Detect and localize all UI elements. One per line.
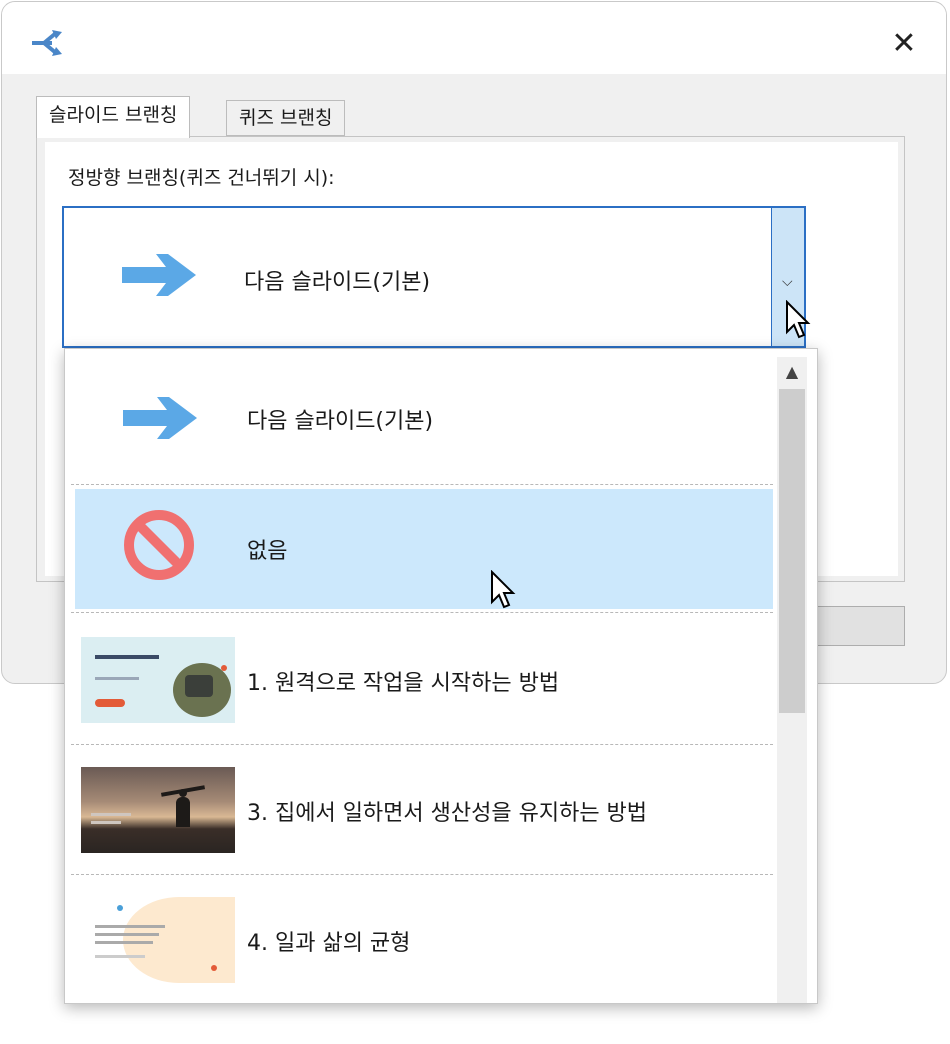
slide-thumb-productivity bbox=[81, 767, 235, 853]
mouse-cursor-icon bbox=[786, 300, 811, 339]
forward-branching-label: 정방향 브랜칭(퀴즈 건너뛰기 시): bbox=[68, 167, 335, 189]
list-item-none[interactable]: 없음 bbox=[71, 485, 773, 613]
list-item-next-slide[interactable]: 다음 슬라이드(기본) bbox=[71, 349, 773, 485]
slide-thumb-work-life-balance bbox=[81, 897, 235, 983]
no-entry-icon bbox=[124, 510, 194, 580]
chevron-down-icon: ⌵ bbox=[782, 274, 793, 290]
close-button[interactable]: ✕ bbox=[884, 24, 924, 64]
list-item-slide-3[interactable]: 3. 집에서 일하면서 생산성을 유지하는 방법 bbox=[71, 745, 773, 875]
branching-icon bbox=[32, 30, 62, 56]
mouse-cursor-icon bbox=[491, 570, 516, 609]
list-item-label: 다음 슬라이드(기본) bbox=[247, 409, 434, 434]
list-item-slide-1[interactable]: 1. 원격으로 작업을 시작하는 방법 bbox=[71, 613, 773, 745]
scroll-up-arrow-icon[interactable]: ▲ bbox=[777, 357, 807, 387]
combobox-value: 다음 슬라이드(기본) bbox=[244, 270, 431, 295]
list-item-slide-4[interactable]: 4. 일과 삶의 균형 bbox=[71, 875, 773, 1003]
scrollbar-thumb[interactable] bbox=[779, 389, 805, 713]
tab-slide-branching[interactable]: 슬라이드 브랜칭 bbox=[36, 96, 191, 138]
dropdown-list: 다음 슬라이드(기본) 없음 1. 원격으로 작업을 시작하는 방법 3. 집에… bbox=[64, 348, 818, 1004]
list-item-label: 없음 bbox=[247, 539, 288, 564]
tab-quiz-branching[interactable]: 퀴즈 브랜칭 bbox=[226, 100, 346, 136]
arrow-right-icon bbox=[122, 254, 196, 296]
title-bar: ✕ bbox=[2, 2, 946, 74]
dropdown-scrollbar[interactable]: ▲ bbox=[777, 357, 807, 1003]
arrow-right-icon bbox=[123, 397, 197, 439]
list-item-label: 4. 일과 삶의 균형 bbox=[247, 931, 411, 956]
list-item-label: 1. 원격으로 작업을 시작하는 방법 bbox=[247, 671, 560, 696]
forward-branching-combobox[interactable]: 다음 슬라이드(기본) ⌵ bbox=[62, 206, 806, 348]
list-item-label: 3. 집에서 일하면서 생산성을 유지하는 방법 bbox=[247, 801, 648, 826]
slide-thumb-remote-work bbox=[81, 637, 235, 723]
